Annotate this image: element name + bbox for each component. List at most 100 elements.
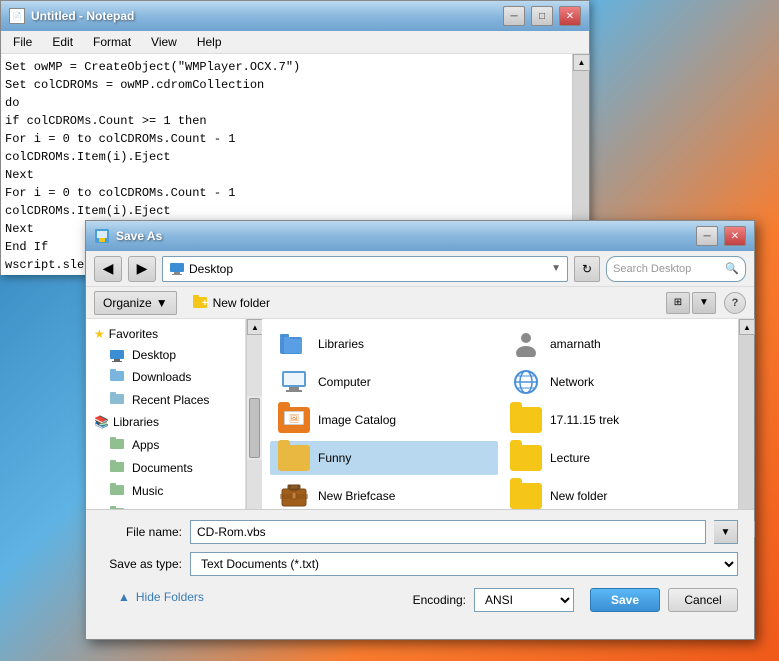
view-grid-button[interactable]: ⊞ [666, 292, 690, 314]
encoding-select[interactable]: ANSI [474, 588, 574, 612]
filename-dropdown-button[interactable]: ▼ [714, 520, 738, 544]
back-button[interactable]: ◀ [94, 256, 122, 282]
person-icon-amarnath [510, 331, 542, 357]
libraries-folder-icon [278, 331, 310, 357]
downloads-folder-icon [110, 368, 126, 385]
hide-folders-label[interactable]: Hide Folders [136, 590, 204, 604]
address-bar[interactable]: Desktop ▼ [162, 256, 568, 282]
saveas-close-button[interactable]: ✕ [724, 226, 746, 246]
saveas-dialog: Save As ─ ✕ ◀ ▶ Desktop ▼ ↻ Search Deskt… [85, 220, 755, 640]
notepad-maximize-button[interactable]: □ [531, 6, 553, 26]
sidebar-scroll-up[interactable]: ▲ [247, 319, 263, 335]
search-placeholder: Search Desktop [613, 263, 721, 275]
notepad-scroll-up[interactable]: ▲ [573, 54, 590, 71]
organize-button[interactable]: Organize ▼ [94, 291, 177, 315]
forward-button[interactable]: ▶ [128, 256, 156, 282]
view-dropdown-button[interactable]: ▼ [692, 292, 716, 314]
libraries-label: Libraries [113, 415, 159, 429]
notepad-minimize-button[interactable]: ─ [503, 6, 525, 26]
help-button[interactable]: ? [724, 292, 746, 314]
encoding-row: ▲ Hide Folders Encoding: ANSI Save Cance… [86, 580, 754, 620]
file-item-image-catalog[interactable]: 🖼 Image Catalog [270, 403, 498, 437]
search-icon: 🔍 [725, 262, 739, 275]
file-item-amarnath[interactable]: amarnath [502, 327, 730, 361]
saveas-minimize-button[interactable]: ─ [696, 226, 718, 246]
search-bar[interactable]: Search Desktop 🔍 [606, 256, 746, 282]
favorites-icon: ★ [94, 327, 105, 341]
notepad-menu-edit[interactable]: Edit [44, 33, 81, 51]
sidebar-section-libraries[interactable]: 📚 Libraries [86, 411, 245, 433]
notepad-menu-format[interactable]: Format [85, 33, 139, 51]
notepad-title: Untitled - Notepad [31, 9, 497, 23]
new-folder-icon: + [193, 294, 209, 311]
filename-row: File name: ▼ [86, 510, 754, 548]
file-grid: Libraries amarnath [270, 327, 730, 537]
saveas-sidebar: ★ Favorites Desktop [86, 319, 246, 537]
filetype-select[interactable]: Text Documents (*.txt) [190, 552, 738, 576]
file-item-new-folder[interactable]: New folder [502, 479, 730, 513]
sidebar-item-music[interactable]: Music [86, 479, 245, 502]
sidebar-item-downloads[interactable]: Downloads [86, 365, 245, 388]
favorites-label: Favorites [109, 327, 158, 341]
desktop-folder-icon [110, 348, 126, 362]
file-label-computer: Computer [318, 375, 371, 389]
file-item-funny[interactable]: Funny [270, 441, 498, 475]
saveas-organize-toolbar: Organize ▼ + New folder ⊞ ▼ ? [86, 287, 754, 319]
file-label-funny: Funny [318, 451, 351, 465]
new-folder-label: New folder [213, 296, 270, 310]
desktop-icon [169, 261, 185, 277]
notepad-titlebar: 📄 Untitled - Notepad ─ □ ✕ [1, 1, 589, 31]
funny-folder-icon [278, 445, 310, 471]
save-button[interactable]: Save [590, 588, 660, 612]
notepad-menu-help[interactable]: Help [189, 33, 230, 51]
action-buttons: Save Cancel [590, 588, 738, 612]
image-catalog-icon: 🖼 [278, 407, 310, 433]
organize-label: Organize [103, 296, 152, 310]
filename-input[interactable] [190, 520, 706, 544]
saveas-main-content: ★ Favorites Desktop [86, 319, 754, 537]
sidebar-item-apps[interactable]: Apps [86, 433, 245, 456]
file-item-computer[interactable]: Computer [270, 365, 498, 399]
notepad-menubar: File Edit Format View Help [1, 31, 589, 54]
filename-label: File name: [102, 525, 182, 539]
cancel-button[interactable]: Cancel [668, 588, 738, 612]
documents-icon [110, 459, 126, 476]
briefcase-icon [278, 483, 310, 509]
organize-dropdown-icon: ▼ [156, 296, 168, 310]
music-icon [110, 482, 126, 499]
file-scroll-up[interactable]: ▲ [739, 319, 755, 335]
address-dropdown-icon[interactable]: ▼ [551, 263, 561, 274]
sidebar-downloads-label: Downloads [132, 370, 191, 384]
notepad-close-button[interactable]: ✕ [559, 6, 581, 26]
saveas-bottom: File name: ▼ Save as type: Text Document… [86, 509, 754, 639]
file-item-trek[interactable]: 17.11.15 trek [502, 403, 730, 437]
network-icon-el [510, 369, 542, 395]
file-label-libraries: Libraries [318, 337, 364, 351]
sidebar-item-documents[interactable]: Documents [86, 456, 245, 479]
notepad-menu-file[interactable]: File [5, 33, 40, 51]
sidebar-item-desktop[interactable]: Desktop [86, 345, 245, 365]
saveas-address-toolbar: ◀ ▶ Desktop ▼ ↻ Search Desktop 🔍 [86, 251, 754, 287]
file-area-scrollbar[interactable]: ▲ ▼ [738, 319, 754, 537]
sidebar-recent-label: Recent Places [132, 393, 209, 407]
hide-folders-icon: ▲ [118, 590, 130, 604]
file-label-network: Network [550, 375, 594, 389]
filetype-row: Save as type: Text Documents (*.txt) [86, 548, 754, 580]
new-folder-button[interactable]: + New folder [185, 291, 278, 315]
sidebar-item-recent-places[interactable]: Recent Places [86, 388, 245, 411]
saveas-filearea: Libraries amarnath [262, 319, 738, 537]
sidebar-wrapper: ★ Favorites Desktop [86, 319, 262, 537]
file-item-libraries[interactable]: Libraries [270, 327, 498, 361]
refresh-button[interactable]: ↻ [574, 256, 600, 282]
file-item-briefcase[interactable]: New Briefcase [270, 479, 498, 513]
view-toggle: ⊞ ▼ [666, 292, 716, 314]
sidebar-scrollbar[interactable]: ▲ ▼ [246, 319, 262, 537]
sidebar-section-favorites[interactable]: ★ Favorites [86, 323, 245, 345]
notepad-menu-view[interactable]: View [143, 33, 185, 51]
computer-icon-el [278, 369, 310, 395]
saveas-titlebar: Save As ─ ✕ [86, 221, 754, 251]
file-item-lecture[interactable]: Lecture [502, 441, 730, 475]
file-item-network[interactable]: Network [502, 365, 730, 399]
svg-text:+: + [202, 298, 208, 308]
saveas-icon [94, 228, 110, 244]
